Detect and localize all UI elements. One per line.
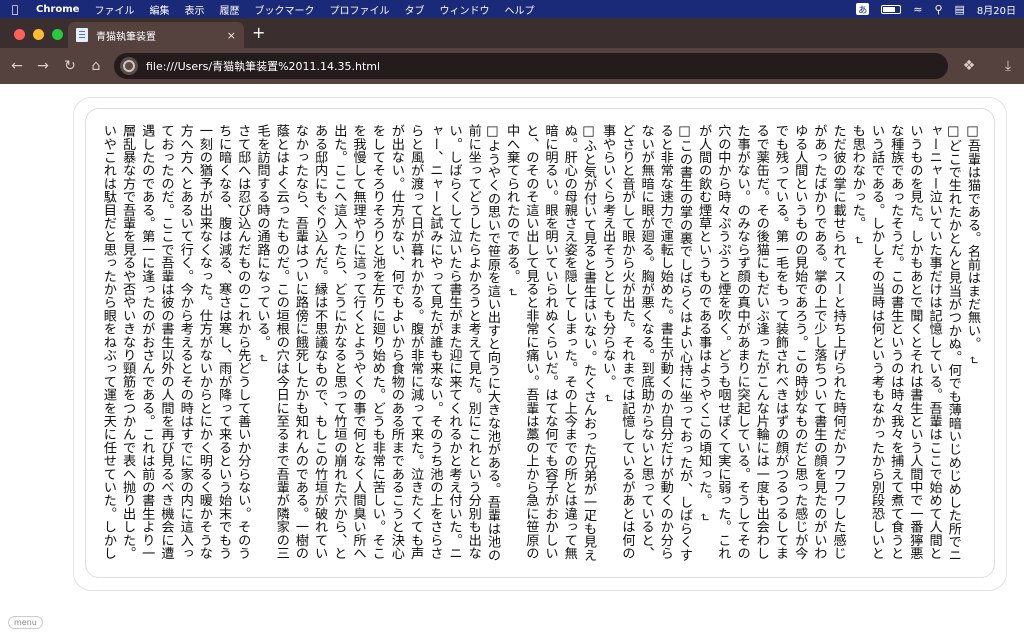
close-window-button[interactable] [14,29,25,40]
active-tab[interactable]: 青猫執筆装置 × [68,22,244,48]
tab-strip: 青猫執筆装置 × + [0,18,1024,48]
back-arrow-icon[interactable]: ← [8,57,26,75]
status-area: あ ≈ ⚲ ▤ 8月20日 [856,2,1016,17]
menu-tab[interactable]: タブ [404,2,424,17]
browser-toolbar: ← → ↻ ⌂ file:///Users/青猫執筆装置%2011.14.35.… [0,48,1024,84]
minimize-window-button[interactable] [33,29,44,40]
menu-view[interactable]: 表示 [184,2,204,17]
vertical-manuscript[interactable]: □吾輩は猫である。名前はまだ無い。 □どこで生れたかとんと見当がつかぬ。何でも薄… [98,124,982,572]
zoom-window-button[interactable] [52,29,63,40]
forward-arrow-icon[interactable]: → [34,57,52,75]
close-tab-icon[interactable]: × [227,29,236,42]
document-favicon-icon [76,28,88,42]
home-icon[interactable]: ⌂ [87,57,105,75]
menubar-date[interactable]: 8月20日 [977,2,1016,17]
menu-app-chrome[interactable]: Chrome [36,4,79,15]
paragraph: □吾輩は猫である。名前はまだ無い。 [963,124,982,572]
page-viewport[interactable]: □吾輩は猫である。名前はまだ無い。 □どこで生れたかとんと見当がつかぬ。何でも薄… [0,84,1024,635]
menu-profiles[interactable]: プロファイル [329,2,389,17]
tab-title: 青猫執筆装置 [96,31,156,43]
menu-help[interactable]: ヘルプ [504,2,534,17]
paragraph: □どこで生れたかとんと見当がつかぬ。何でも薄暗いじめじめした所でニャーニャー泣い… [848,124,963,572]
download-icon[interactable]: ⤓ [999,57,1017,75]
window-controls [14,29,63,40]
extensions-puzzle-icon[interactable]: ❖ [960,57,978,75]
paragraph: □この書生の掌の裏でしばらくはよい心持に坐っておったが、しばらくすると非常な速力… [598,124,694,572]
menu-bookmarks[interactable]: ブックマーク [254,2,314,17]
reload-icon[interactable]: ↻ [61,57,79,75]
address-bar[interactable]: file:///Users/青猫執筆装置%2011.14.35.html [114,53,948,79]
menu-edit[interactable]: 編集 [149,2,169,17]
site-info-icon[interactable] [120,57,138,75]
menu-history[interactable]: 履歴 [219,2,239,17]
spotlight-search-icon[interactable]: ⚲ [934,3,942,16]
menu-window[interactable]: ウィンドウ [439,2,489,17]
paragraph: さて邸へは忍び込んだもののこれから先どうして善いか分らない。そのうちに暗くなる、… [98,124,252,572]
wifi-icon[interactable]: ≈ [913,3,922,16]
menu-file[interactable]: ファイル [94,2,134,17]
menu-button[interactable]: menu [8,616,43,629]
control-center-icon[interactable]: ▤ [955,3,965,16]
apple-icon[interactable]:  [8,3,22,16]
input-method-indicator[interactable]: あ [856,3,870,16]
battery-icon[interactable] [881,4,902,14]
menu-bar:  Chrome ファイル 編集 表示 履歴 ブックマーク プロファイル タブ … [0,0,1024,18]
paragraph: □ようやくの思いで笹原を這い出すと向うに大きな池がある。吾輩は池の前に坐ってどう… [252,124,502,572]
new-tab-button[interactable]: + [252,25,265,41]
address-url[interactable]: file:///Users/青猫執筆装置%2011.14.35.html [146,58,380,74]
paragraph: ただ彼の掌に載せられてスーと持ち上げられた時何だかフワフワした感じがあったばかり… [694,124,848,572]
paragraph: □ふと気が付いて見ると書生はいない。たくさんおった兄弟が一疋も見えぬ。肝心の母親… [502,124,598,572]
